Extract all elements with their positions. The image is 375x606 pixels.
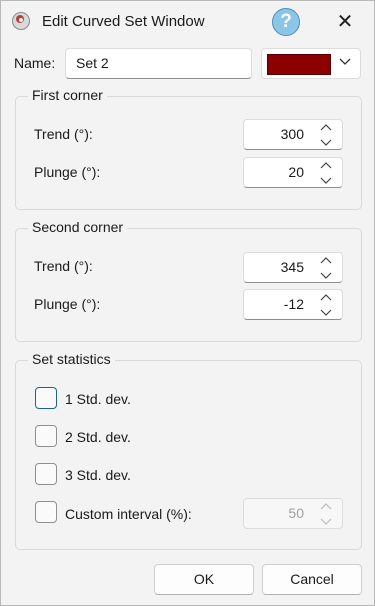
spin-arrows-icon[interactable] [319, 501, 333, 527]
help-icon[interactable]: ? [272, 8, 300, 36]
spin-arrows-icon[interactable] [319, 122, 333, 148]
second-trend-value: 345 [280, 259, 304, 275]
second-corner-title: Second corner [28, 219, 128, 235]
second-plunge-stepper[interactable]: -12 [243, 289, 343, 320]
first-corner-group: First corner [15, 87, 362, 210]
first-plunge-label: Plunge (°): [34, 164, 101, 180]
first-plunge-value: 20 [288, 164, 304, 180]
custom-interval-value: 50 [288, 505, 304, 521]
second-plunge-value: -12 [283, 296, 304, 312]
std-dev-2-label: 2 Std. dev. [65, 429, 131, 445]
ok-button[interactable]: OK [154, 564, 254, 595]
custom-interval-label: Custom interval (%): [65, 506, 192, 522]
second-plunge-label: Plunge (°): [34, 296, 101, 312]
std-dev-3-checkbox[interactable] [35, 463, 57, 485]
second-trend-label: Trend (°): [34, 258, 93, 274]
color-dropdown[interactable] [261, 48, 361, 79]
chevron-down-icon [339, 58, 351, 65]
set-statistics-title: Set statistics [28, 351, 115, 367]
close-icon[interactable]: ✕ [331, 8, 359, 36]
first-trend-value: 300 [280, 126, 304, 142]
custom-interval-checkbox[interactable] [35, 501, 57, 523]
spin-arrows-icon[interactable] [319, 160, 333, 186]
second-trend-stepper[interactable]: 345 [243, 252, 343, 283]
std-dev-1-checkbox[interactable] [35, 387, 57, 409]
first-corner-title: First corner [28, 87, 107, 103]
std-dev-1-label: 1 Std. dev. [65, 391, 131, 407]
first-trend-label: Trend (°): [34, 126, 93, 142]
second-corner-group: Second corner [15, 219, 362, 342]
color-swatch [267, 54, 331, 75]
first-plunge-stepper[interactable]: 20 [243, 157, 343, 188]
title-bar: Edit Curved Set Window ? ✕ [1, 1, 374, 43]
name-input[interactable]: Set 2 [65, 48, 252, 79]
spin-arrows-icon[interactable] [319, 292, 333, 318]
std-dev-2-checkbox[interactable] [35, 425, 57, 447]
spin-arrows-icon[interactable] [319, 255, 333, 281]
custom-interval-stepper[interactable]: 50 [243, 498, 343, 529]
app-icon [12, 12, 30, 30]
name-label: Name: [14, 55, 56, 71]
window-title: Edit Curved Set Window [42, 13, 205, 30]
std-dev-3-label: 3 Std. dev. [65, 467, 131, 483]
cancel-button[interactable]: Cancel [262, 564, 362, 595]
first-trend-stepper[interactable]: 300 [243, 119, 343, 150]
edit-curved-set-window: Edit Curved Set Window ? ✕ Name: Set 2 F… [0, 0, 375, 606]
